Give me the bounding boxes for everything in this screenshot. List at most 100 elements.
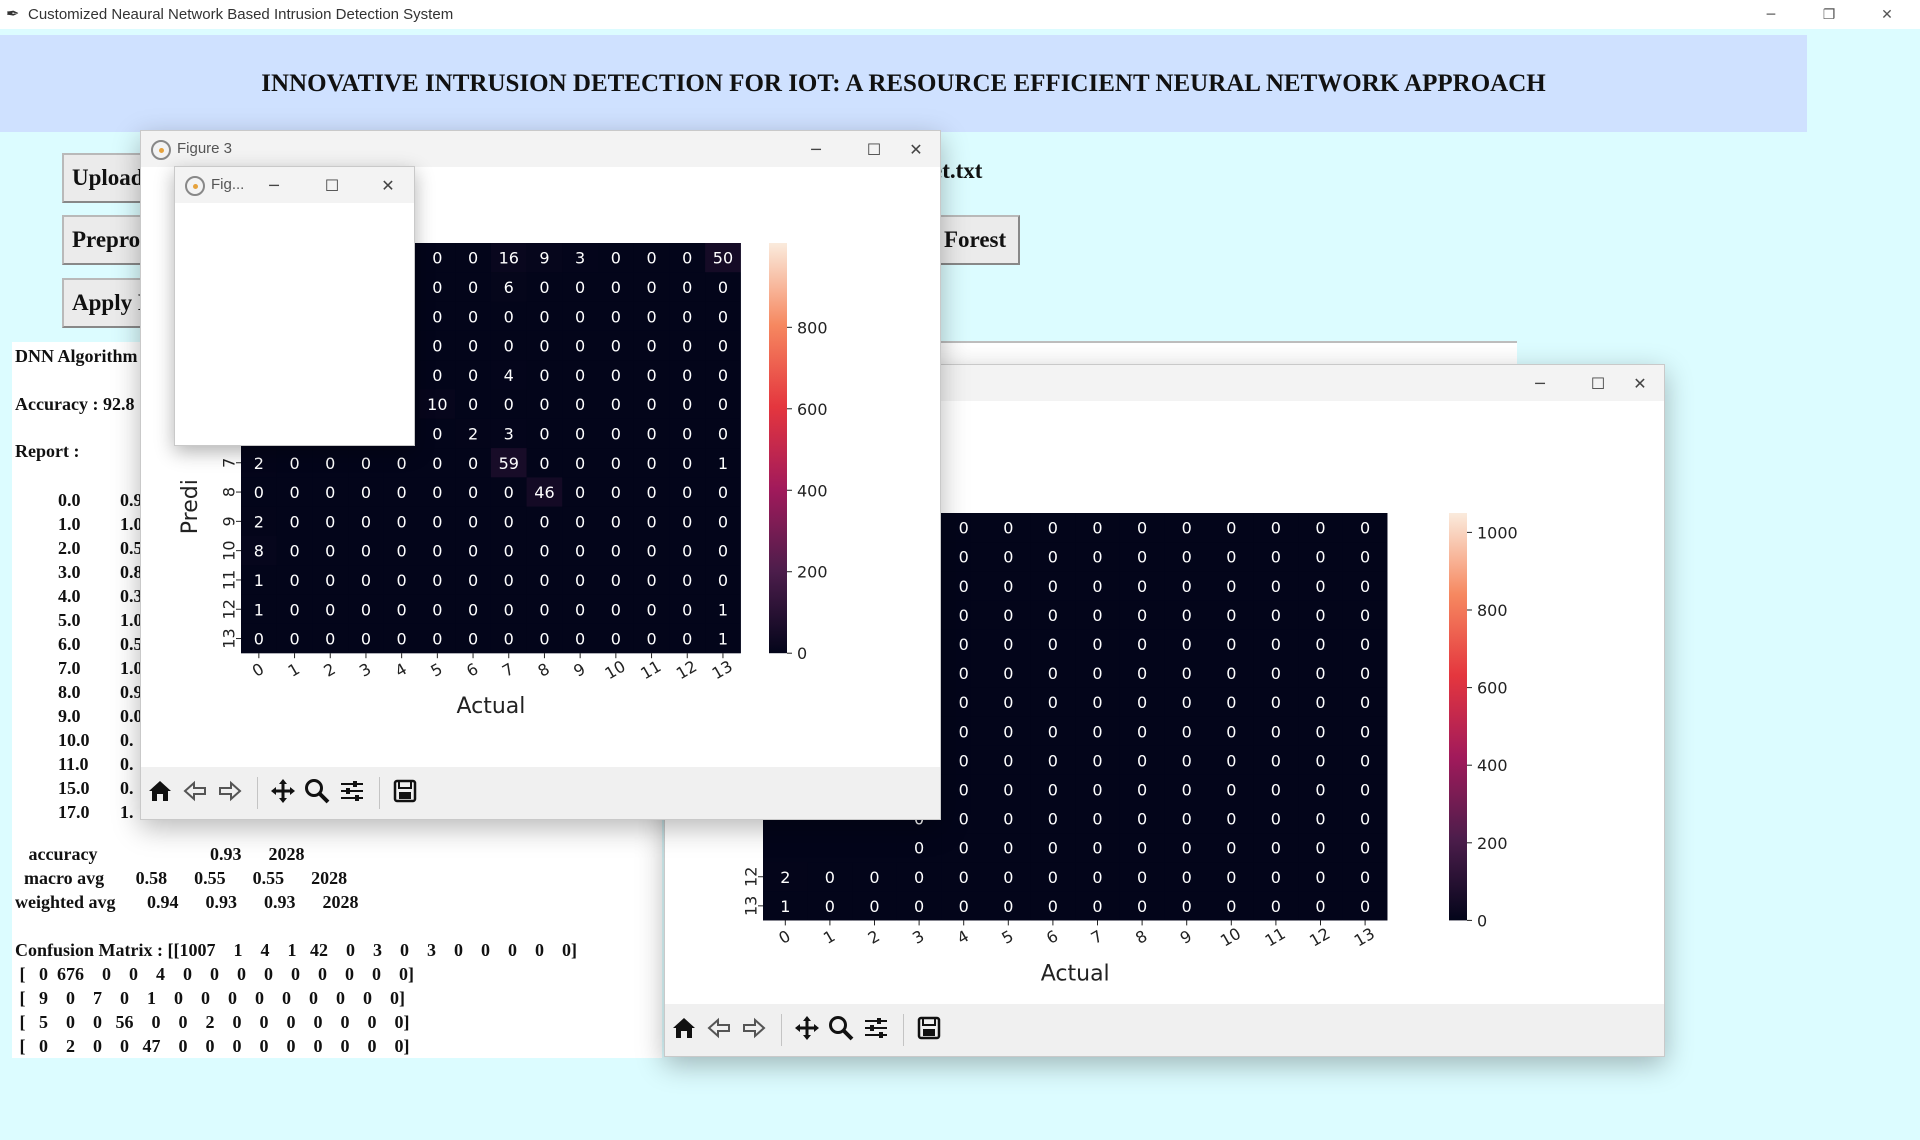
colorbar-tick-label: 800 [1477, 601, 1508, 620]
report-class-label: 8.0 [58, 682, 81, 702]
figure-3-maximize-button[interactable]: ☐ [851, 131, 897, 167]
heatmap-cell-label: 2 [254, 454, 264, 473]
figure-small-maximize-button[interactable]: ☐ [309, 167, 355, 203]
heatmap-cell-label: 0 [1360, 548, 1370, 567]
figure-3-close-button[interactable]: ✕ [893, 131, 939, 167]
forward-arrow-tool-button[interactable] [738, 1014, 770, 1046]
save-icon [391, 777, 419, 810]
save-tool-button[interactable] [389, 777, 421, 809]
heatmap-cell-label: 0 [397, 571, 407, 590]
home-tool-button[interactable] [144, 777, 176, 809]
heatmap-cell-label: 0 [1226, 519, 1236, 538]
heatmap-cell-label: 0 [1092, 606, 1102, 625]
heatmap-cell-label: 0 [959, 722, 969, 741]
heatmap-cell-label: 0 [869, 868, 879, 887]
heatmap-cell-label: 50 [713, 249, 733, 268]
home-tool-button[interactable] [668, 1014, 700, 1046]
heatmap-cell-label: 0 [1137, 635, 1147, 654]
heatmap-cell-label: 0 [1003, 606, 1013, 625]
heatmap-cell-label: 0 [254, 483, 264, 502]
heatmap-cell-label: 0 [1137, 839, 1147, 858]
heatmap-cell-label: 0 [646, 454, 656, 473]
heatmap-cell-label: 0 [504, 571, 514, 590]
matplotlib-icon [151, 140, 171, 160]
heatmap-cell-label: 0 [1360, 868, 1370, 887]
heatmap-cell-label: 0 [611, 395, 621, 414]
figure-2-close-button[interactable]: ✕ [1617, 365, 1663, 401]
configure-tool-button[interactable] [860, 1014, 892, 1046]
heatmap-cell-label: 0 [432, 424, 442, 443]
forward-arrow-tool-button[interactable] [214, 777, 246, 809]
heatmap-cell-label: 1 [780, 897, 790, 916]
pan-icon [269, 777, 297, 810]
configure-tool-button[interactable] [336, 777, 368, 809]
zoom-tool-button[interactable] [301, 777, 333, 809]
heatmap-cell-label: 0 [1003, 693, 1013, 712]
heatmap-cell-label: 0 [718, 307, 728, 326]
heatmap-cell-label: 0 [539, 395, 549, 414]
heatmap-cell-label: 0 [361, 600, 371, 619]
figure-3-minimize-button[interactable]: ─ [793, 131, 839, 167]
heatmap-cell-label: 0 [575, 307, 585, 326]
restore-button[interactable]: ❐ [1806, 0, 1852, 29]
heatmap-cell-label: 0 [397, 454, 407, 473]
zoom-tool-button[interactable] [825, 1014, 857, 1046]
heatmap-cell-label: 0 [289, 571, 299, 590]
preprocess-button[interactable]: Preprocess [62, 215, 152, 265]
figure-window-small[interactable]: Fig... ─ ☐ ✕ [174, 166, 415, 446]
heatmap-cell-label: 0 [1092, 693, 1102, 712]
upload-dataset-button[interactable]: Upload [62, 153, 152, 203]
heatmap-cell-label: 0 [718, 571, 728, 590]
heatmap-cell-label: 0 [1226, 839, 1236, 858]
y-tick-label: 9 [220, 516, 239, 526]
heatmap-cell-label: 0 [1315, 780, 1325, 799]
colorbar-tick-label: 200 [797, 563, 828, 582]
heatmap-cell-label: 0 [718, 483, 728, 502]
heatmap-cell-label: 0 [959, 606, 969, 625]
report-class-label: 10.0 [58, 730, 90, 750]
figure-2-toolbar [665, 1004, 1664, 1056]
heatmap-cell-label: 0 [682, 512, 692, 531]
figure-small-close-button[interactable]: ✕ [365, 167, 411, 203]
heatmap-cell-label: 10 [427, 395, 447, 414]
heatmap-cell-label: 0 [1092, 722, 1102, 741]
back-arrow-tool-button[interactable] [179, 777, 211, 809]
heatmap-cell-label: 0 [432, 366, 442, 385]
heatmap-cell-label: 0 [914, 897, 924, 916]
heatmap-cell-label: 0 [289, 542, 299, 561]
figure-small-title: Fig... [211, 176, 245, 193]
report-class-label: 9.0 [58, 706, 81, 726]
colorbar-tick-label: 1000 [1477, 523, 1518, 542]
minimize-button[interactable]: ─ [1748, 0, 1794, 29]
save-tool-button[interactable] [913, 1014, 945, 1046]
report-accuracy-row: accuracy 0.93 2028 [15, 844, 305, 864]
heatmap-cell-label: 0 [646, 337, 656, 356]
heatmap-cell-label: 0 [1092, 577, 1102, 596]
figure-2-maximize-button[interactable]: ☐ [1575, 365, 1621, 401]
report-macro-row: macro avg 0.58 0.55 0.55 2028 [15, 868, 348, 888]
heatmap-cell-label: 0 [611, 512, 621, 531]
heatmap-cell-label: 0 [1360, 693, 1370, 712]
pan-tool-button[interactable] [267, 777, 299, 809]
heatmap-cell-label: 0 [1315, 693, 1325, 712]
heatmap-cell-label: 0 [361, 483, 371, 502]
y-tick-label: 12 [742, 867, 761, 887]
colorbar-tick-label: 0 [1477, 911, 1487, 930]
apply-dnn-button[interactable]: Apply DNN [62, 278, 152, 328]
heatmap-cell-label: 59 [499, 454, 519, 473]
heatmap-cell-label: 0 [611, 249, 621, 268]
heatmap-cell-label: 0 [1182, 693, 1192, 712]
heatmap-cell-label: 3 [575, 249, 585, 268]
report-class-value: 0. [120, 754, 134, 774]
close-button[interactable]: ✕ [1864, 0, 1910, 29]
random-forest-button[interactable]: Forest [930, 215, 1020, 265]
back-arrow-tool-button[interactable] [703, 1014, 735, 1046]
figure-2-minimize-button[interactable]: ─ [1517, 365, 1563, 401]
heatmap-cell-label: 0 [1315, 839, 1325, 858]
figure-small-minimize-button[interactable]: ─ [251, 167, 297, 203]
heatmap-cell-label: 0 [646, 278, 656, 297]
heatmap-cell-label: 0 [1360, 664, 1370, 683]
heatmap-cell-label: 0 [289, 483, 299, 502]
pan-tool-button[interactable] [791, 1014, 823, 1046]
heatmap-cell-label: 0 [1360, 606, 1370, 625]
